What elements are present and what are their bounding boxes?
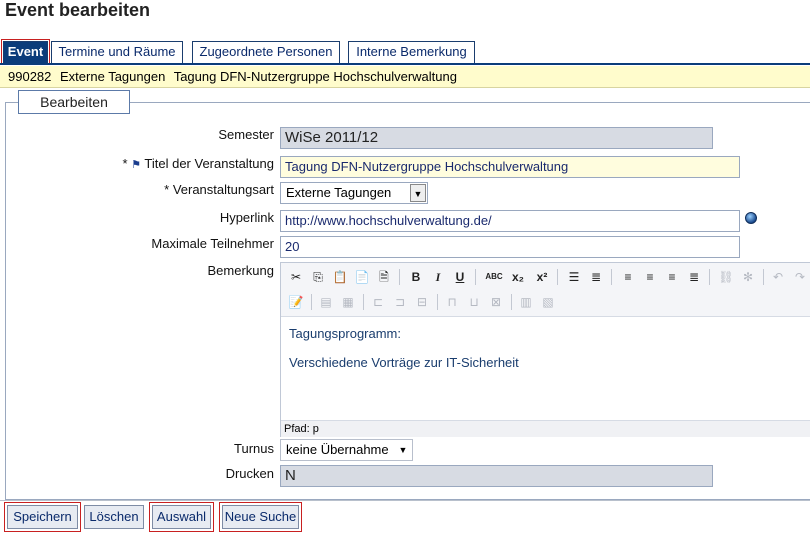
- new-search-button[interactable]: Neue Suche: [219, 502, 302, 532]
- align-right-icon[interactable]: ≡: [663, 268, 681, 286]
- titel-label-text: Titel der Veranstaltung: [144, 156, 274, 171]
- teilnehmer-input[interactable]: 20: [280, 236, 740, 258]
- row-before-icon[interactable]: ⊏: [369, 293, 387, 311]
- paste-text-icon[interactable]: 📄: [353, 268, 371, 286]
- toolbar-divider: [763, 269, 764, 285]
- bemerkung-label: Bemerkung: [207, 263, 274, 278]
- veranstaltungsart-label-text: Veranstaltungsart: [172, 182, 274, 197]
- veranstaltungsart-select[interactable]: Externe Tagungen ▼: [280, 182, 428, 204]
- drucken-label: Drucken: [225, 466, 274, 481]
- table-icon[interactable]: ▤: [317, 293, 335, 311]
- delete-button[interactable]: Löschen: [84, 505, 144, 529]
- italic-button[interactable]: I: [429, 268, 447, 286]
- underline-button[interactable]: U: [451, 268, 469, 286]
- bemerkung-editor: ✂ ⎘ 📋 📄 🗎 B I U ABC x₂ x² ☰ ≣ ≡ ≡ ≡ ≣ ⛓ …: [280, 262, 810, 437]
- toolbar-divider: [709, 269, 710, 285]
- edit-html-icon[interactable]: 📝: [287, 293, 305, 311]
- hyperlink-label: Hyperlink: [219, 210, 274, 225]
- undo-icon[interactable]: ↶: [769, 268, 787, 286]
- table-props-icon[interactable]: ▦: [339, 293, 357, 311]
- toolbar-divider: [437, 294, 438, 310]
- veranstaltungsart-value: Externe Tagungen: [286, 185, 392, 200]
- align-justify-icon[interactable]: ≣: [685, 268, 703, 286]
- redo-icon[interactable]: ↷: [791, 268, 809, 286]
- flag-icon: ⚑: [131, 159, 142, 171]
- row-after-icon[interactable]: ⊐: [391, 293, 409, 311]
- turnus-label: Turnus: [234, 441, 274, 456]
- footer-divider: [0, 500, 810, 501]
- save-button[interactable]: Speichern: [4, 502, 81, 532]
- editor-toolbar: ✂ ⎘ 📋 📄 🗎 B I U ABC x₂ x² ☰ ≣ ≡ ≡ ≡ ≣ ⛓ …: [281, 263, 810, 317]
- col-before-icon[interactable]: ⊓: [443, 293, 461, 311]
- required-marker: *: [122, 156, 128, 171]
- chevron-down-icon[interactable]: ▼: [410, 184, 426, 202]
- chevron-down-icon[interactable]: ▼: [395, 441, 411, 459]
- merge-cells-icon[interactable]: ▥: [517, 293, 535, 311]
- col-after-icon[interactable]: ⊔: [465, 293, 483, 311]
- toolbar-divider: [311, 294, 312, 310]
- unlink-icon[interactable]: ✻: [739, 268, 757, 286]
- link-icon[interactable]: ⛓: [717, 268, 735, 286]
- tab-event[interactable]: Event: [1, 39, 50, 65]
- toolbar-divider: [475, 269, 476, 285]
- numbered-list-icon[interactable]: ≣: [587, 268, 605, 286]
- semester-field: WiSe 2011/12: [280, 127, 713, 149]
- veranstaltungsart-label: * Veranstaltungsart: [164, 182, 274, 197]
- split-cells-icon[interactable]: ▧: [539, 293, 557, 311]
- titel-input[interactable]: Tagung DFN-Nutzergruppe Hochschulverwalt…: [280, 156, 740, 178]
- tab-zugeordnete-personen[interactable]: Zugeordnete Personen: [192, 41, 340, 63]
- editor-content[interactable]: Tagungsprogramm: Verschiedene Vorträge z…: [281, 318, 810, 418]
- superscript-button[interactable]: x²: [533, 268, 551, 286]
- editor-path: Pfad: p: [281, 420, 810, 437]
- align-left-icon[interactable]: ≡: [619, 268, 637, 286]
- bullet-list-icon[interactable]: ☰: [565, 268, 583, 286]
- bold-button[interactable]: B: [407, 268, 425, 286]
- align-center-icon[interactable]: ≡: [641, 268, 659, 286]
- paste-icon[interactable]: 📋: [331, 268, 349, 286]
- titel-label: * ⚑ Titel der Veranstaltung: [122, 156, 274, 171]
- toolbar-divider: [399, 269, 400, 285]
- delete-col-icon[interactable]: ⊠: [487, 293, 505, 311]
- page-title: Event bearbeiten: [5, 0, 151, 20]
- turnus-select[interactable]: keine Übernahme ▼: [280, 439, 413, 461]
- delete-row-icon[interactable]: ⊟: [413, 293, 431, 311]
- toolbar-divider: [363, 294, 364, 310]
- tab-interne-bemerkung[interactable]: Interne Bemerkung: [348, 41, 475, 63]
- cut-icon[interactable]: ✂: [287, 268, 305, 286]
- turnus-value: keine Übernahme: [286, 442, 389, 457]
- semester-label: Semester: [218, 127, 274, 142]
- hyperlink-input[interactable]: http://www.hochschulverwaltung.de/: [280, 210, 740, 232]
- spellcheck-button[interactable]: ABC: [483, 268, 505, 286]
- teilnehmer-label: Maximale Teilnehmer: [151, 236, 274, 251]
- toolbar-divider: [511, 294, 512, 310]
- required-marker: *: [164, 182, 170, 197]
- toolbar-divider: [611, 269, 612, 285]
- record-name: Tagung DFN-Nutzergruppe Hochschulverwalt…: [173, 69, 457, 84]
- record-id: 990282: [8, 69, 52, 84]
- drucken-field: N: [280, 465, 713, 487]
- paste-word-icon[interactable]: 🗎: [375, 268, 393, 286]
- record-type: Externe Tagungen: [60, 69, 166, 84]
- tab-underline: [0, 63, 810, 65]
- tab-bar: Event Termine und Räume Zugeordnete Pers…: [0, 39, 810, 65]
- fieldset-legend: Bearbeiten: [18, 90, 130, 114]
- toolbar-divider: [557, 269, 558, 285]
- tab-termine-und-raeume[interactable]: Termine und Räume: [51, 41, 183, 63]
- select-button[interactable]: Auswahl: [149, 502, 214, 532]
- copy-icon[interactable]: ⎘: [309, 268, 327, 286]
- record-info-bar: 990282 Externe Tagungen Tagung DFN-Nutze…: [0, 66, 810, 88]
- subscript-button[interactable]: x₂: [509, 268, 527, 286]
- editor-line: Tagungsprogramm:: [289, 326, 401, 341]
- editor-line: Verschiedene Vorträge zur IT-Sicherheit: [289, 355, 519, 370]
- globe-icon[interactable]: [745, 212, 757, 224]
